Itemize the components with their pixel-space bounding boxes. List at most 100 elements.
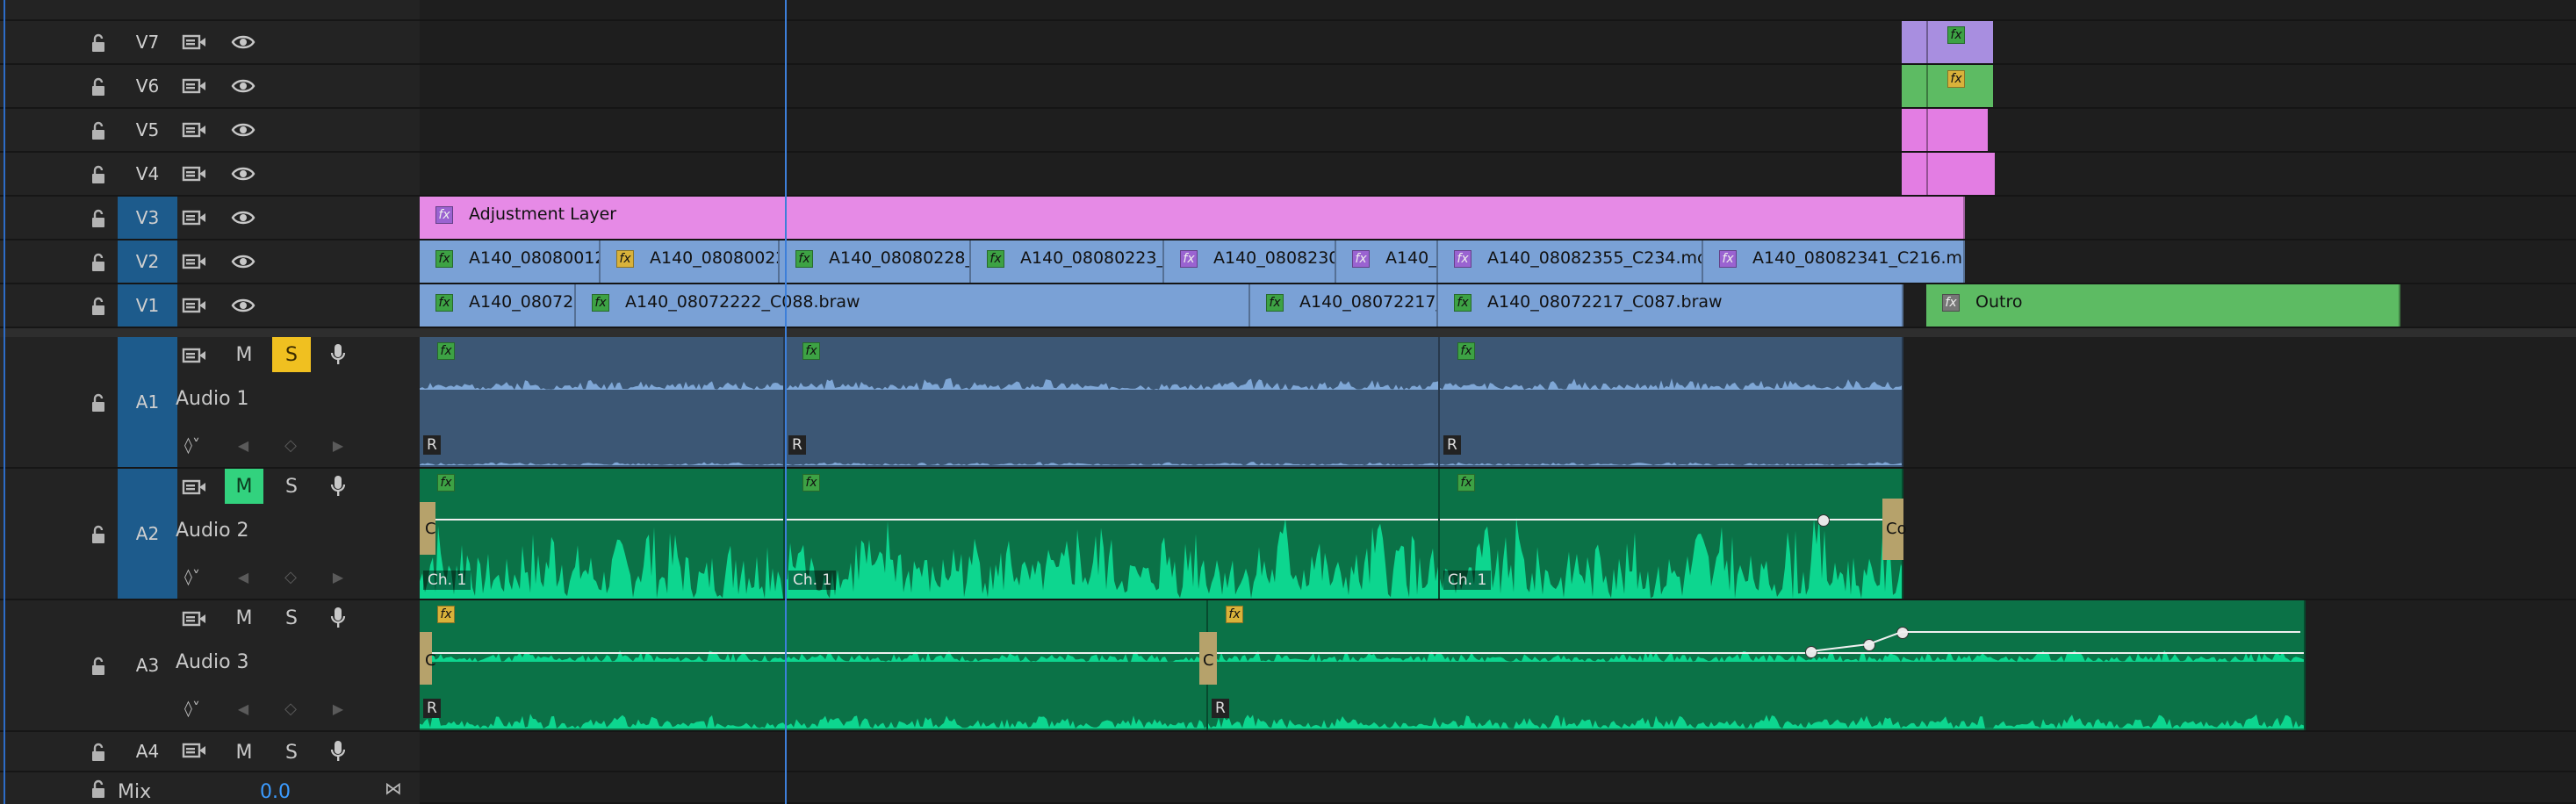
v2-clip-5[interactable]: fx A140_08082305 xyxy=(1164,240,1336,283)
track-target-a4[interactable]: A4 xyxy=(118,732,177,771)
fx-badge[interactable]: fx xyxy=(437,606,455,623)
track-target-v6[interactable]: V6 xyxy=(118,65,177,107)
v1-clip-1[interactable]: fx A140_080722 xyxy=(420,284,576,327)
mic-icon[interactable] xyxy=(328,475,348,498)
track-name-a3[interactable]: Audio 3 xyxy=(176,651,249,673)
a2-clip-1[interactable]: fx Ch. 1 xyxy=(420,469,785,599)
keyframe-icon[interactable]: ◊˅ xyxy=(183,567,202,586)
film-sync-icon[interactable] xyxy=(181,609,207,628)
lock-icon[interactable] xyxy=(88,77,109,97)
v2-clip-7[interactable]: fx A140_08082355_C234.mov xyxy=(1438,240,1703,283)
lock-icon[interactable] xyxy=(88,743,109,762)
keyframe-icon[interactable]: ◊˅ xyxy=(183,699,202,718)
add-keyframe-icon[interactable]: ◇ xyxy=(281,567,300,586)
fx-badge[interactable]: fx xyxy=(1454,294,1471,312)
track-target-a1[interactable]: A1 xyxy=(118,337,177,467)
film-sync-icon[interactable] xyxy=(181,120,207,140)
eye-icon[interactable] xyxy=(230,76,256,96)
track-target-a3[interactable]: A3 xyxy=(118,600,177,730)
film-sync-icon[interactable] xyxy=(181,741,207,760)
track-name-a2[interactable]: Audio 2 xyxy=(176,520,249,542)
fx-badge[interactable]: fx xyxy=(1457,474,1475,492)
lock-icon[interactable] xyxy=(88,253,109,272)
fx-badge[interactable]: fx xyxy=(1942,294,1960,312)
eye-icon[interactable] xyxy=(230,296,256,315)
mute-button-a2[interactable]: M xyxy=(225,469,263,504)
mix-value[interactable]: 0.0 xyxy=(260,781,291,803)
add-keyframe-icon[interactable]: ◇ xyxy=(281,435,300,455)
mute-button-a3[interactable]: M xyxy=(225,600,263,635)
lock-icon[interactable] xyxy=(88,33,109,53)
fx-badge[interactable]: fx xyxy=(1454,250,1471,268)
fx-badge[interactable]: fx xyxy=(987,250,1004,268)
fx-badge[interactable]: fx xyxy=(435,250,453,268)
solo-button-a2[interactable]: S xyxy=(272,469,311,504)
film-sync-icon[interactable] xyxy=(181,477,207,497)
volume-ramp[interactable] xyxy=(1809,614,2335,667)
volume-keyframe-1[interactable] xyxy=(1817,514,1830,527)
fx-badge[interactable]: fx xyxy=(802,474,820,492)
film-sync-icon[interactable] xyxy=(181,346,207,365)
v2-clip-1[interactable]: fx A140_08080012 xyxy=(420,240,601,283)
track-target-v3[interactable]: V3 xyxy=(118,197,177,239)
fx-badge[interactable]: fx xyxy=(1457,342,1475,360)
mic-icon[interactable] xyxy=(328,607,348,629)
lock-icon[interactable] xyxy=(88,657,109,676)
fx-badge[interactable]: fx xyxy=(802,342,820,360)
fx-badge[interactable]: fx xyxy=(592,294,609,312)
v2-clip-4[interactable]: fx A140_08080223_C xyxy=(971,240,1164,283)
next-keyframe-icon[interactable]: ▶ xyxy=(328,567,348,586)
film-sync-icon[interactable] xyxy=(181,32,207,52)
lock-icon[interactable] xyxy=(88,297,109,316)
mic-icon[interactable] xyxy=(328,740,348,763)
track-target-v1[interactable]: V1 xyxy=(118,284,177,327)
film-sync-icon[interactable] xyxy=(181,252,207,271)
a1-clip-1[interactable]: fx R xyxy=(420,337,785,467)
a1-clip-2[interactable]: fx R xyxy=(785,337,1440,467)
eye-icon[interactable] xyxy=(230,164,256,183)
lock-icon[interactable] xyxy=(88,779,109,799)
fx-badge[interactable]: fx xyxy=(1352,250,1370,268)
a1-clip-3[interactable]: fx R xyxy=(1440,337,1903,467)
outro-clip[interactable]: fx Outro xyxy=(1926,284,2400,327)
prev-keyframe-icon[interactable]: ◀ xyxy=(234,567,253,586)
v4-stack-clip[interactable] xyxy=(1902,153,1995,195)
track-target-v2[interactable]: V2 xyxy=(118,240,177,283)
fx-badge[interactable]: fx xyxy=(616,250,634,268)
adjustment-layer-clip[interactable]: fx Adjustment Layer xyxy=(420,197,1965,239)
solo-button-a1[interactable]: S xyxy=(272,337,311,372)
track-target-v7[interactable]: V7 xyxy=(118,21,177,63)
keyframe-icon[interactable]: ◊˅ xyxy=(183,435,202,455)
fx-badge[interactable]: fx xyxy=(437,474,455,492)
v6-stack-clip[interactable]: fx xyxy=(1902,65,1993,107)
a2-clip-2[interactable]: fx Ch. 1 xyxy=(785,469,1440,599)
film-sync-icon[interactable] xyxy=(181,76,207,96)
a3-clip-1[interactable]: fx R xyxy=(420,600,1208,730)
mic-icon[interactable] xyxy=(328,343,348,366)
next-keyframe-icon[interactable]: ▶ xyxy=(328,435,348,455)
fx-badge[interactable]: fx xyxy=(795,250,813,268)
film-sync-icon[interactable] xyxy=(181,208,207,227)
lock-icon[interactable] xyxy=(88,525,109,544)
track-name-a1[interactable]: Audio 1 xyxy=(176,388,249,410)
eye-icon[interactable] xyxy=(230,208,256,227)
lock-icon[interactable] xyxy=(88,121,109,140)
fx-badge[interactable]: fx xyxy=(1226,606,1243,623)
v2-clip-6[interactable]: fx A140_ xyxy=(1336,240,1438,283)
v1-clip-4[interactable]: fx A140_08072217_C087.braw xyxy=(1438,284,1903,327)
solo-button-a4[interactable]: S xyxy=(272,735,311,770)
add-keyframe-icon[interactable]: ◇ xyxy=(281,699,300,718)
next-keyframe-icon[interactable]: ▶ xyxy=(328,699,348,718)
v2-clip-8[interactable]: fx A140_08082341_C216.mov xyxy=(1703,240,1965,283)
lock-icon[interactable] xyxy=(88,209,109,228)
lock-icon[interactable] xyxy=(88,165,109,184)
film-sync-icon[interactable] xyxy=(181,164,207,183)
fx-badge[interactable]: fx xyxy=(437,342,455,360)
prev-keyframe-icon[interactable]: ◀ xyxy=(234,435,253,455)
v5-stack-clip[interactable] xyxy=(1902,109,1988,151)
fx-badge[interactable]: fx xyxy=(1266,294,1284,312)
track-target-a2[interactable]: A2 xyxy=(118,469,177,599)
fx-badge[interactable]: fx xyxy=(435,294,453,312)
track-target-v5[interactable]: V5 xyxy=(118,109,177,151)
fx-badge[interactable]: fx xyxy=(1180,250,1198,268)
